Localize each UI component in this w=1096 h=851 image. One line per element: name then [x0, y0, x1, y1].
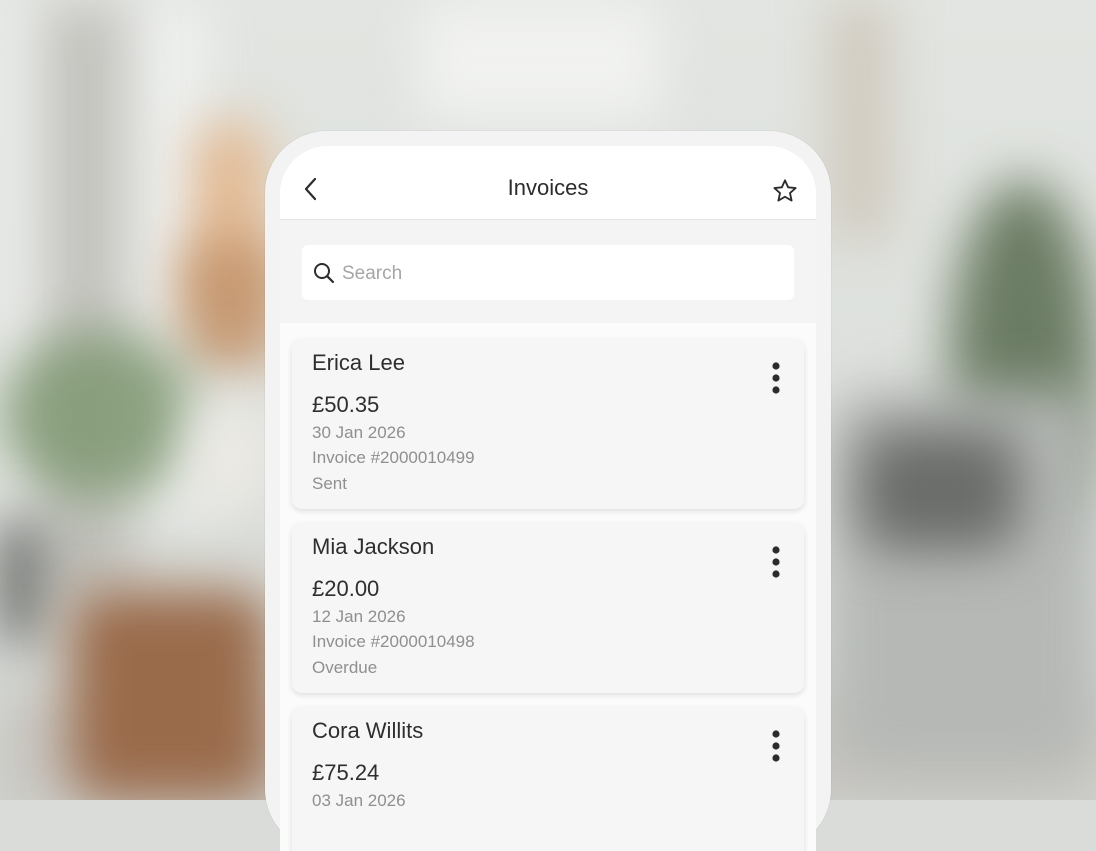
star-outline-icon[interactable]: [772, 178, 798, 204]
phone-frame: Invoices Erica Lee £50.35 30 Jan 2026 In…: [265, 131, 831, 851]
more-vertical-icon[interactable]: [766, 543, 786, 583]
invoice-status: Sent: [312, 474, 347, 493]
invoice-amount: £20.00: [312, 576, 380, 601]
invoice-status: Overdue: [312, 658, 378, 677]
invoice-amount: £75.24: [312, 760, 380, 785]
invoice-date: 03 Jan 2026: [312, 791, 406, 810]
page-title: Invoices: [507, 175, 589, 200]
app-screen: Invoices Erica Lee £50.35 30 Jan 2026 In…: [280, 146, 816, 851]
search-bar[interactable]: [302, 245, 794, 302]
search-icon: [314, 263, 335, 284]
invoice-number: Invoice #2000010498: [312, 632, 475, 651]
invoice-card[interactable]: Mia Jackson £20.00 12 Jan 2026 Invoice #…: [292, 523, 804, 693]
invoice-date: 30 Jan 2026: [312, 423, 406, 442]
search-input[interactable]: [340, 245, 784, 302]
more-vertical-icon[interactable]: [766, 359, 786, 399]
invoice-amount: £50.35: [312, 392, 380, 417]
invoice-card[interactable]: Cora Willits £75.24 03 Jan 2026: [292, 707, 804, 851]
more-vertical-icon[interactable]: [766, 727, 786, 767]
invoice-number: Invoice #2000010499: [312, 448, 475, 467]
search-area: [280, 220, 816, 323]
invoice-date: 12 Jan 2026: [312, 607, 406, 626]
customer-name: Mia Jackson: [312, 534, 435, 559]
customer-name: Erica Lee: [312, 350, 405, 375]
invoice-list: Erica Lee £50.35 30 Jan 2026 Invoice #20…: [280, 323, 816, 851]
customer-name: Cora Willits: [312, 718, 424, 743]
invoice-card[interactable]: Erica Lee £50.35 30 Jan 2026 Invoice #20…: [292, 339, 804, 509]
navigation-bar: Invoices: [280, 146, 816, 220]
